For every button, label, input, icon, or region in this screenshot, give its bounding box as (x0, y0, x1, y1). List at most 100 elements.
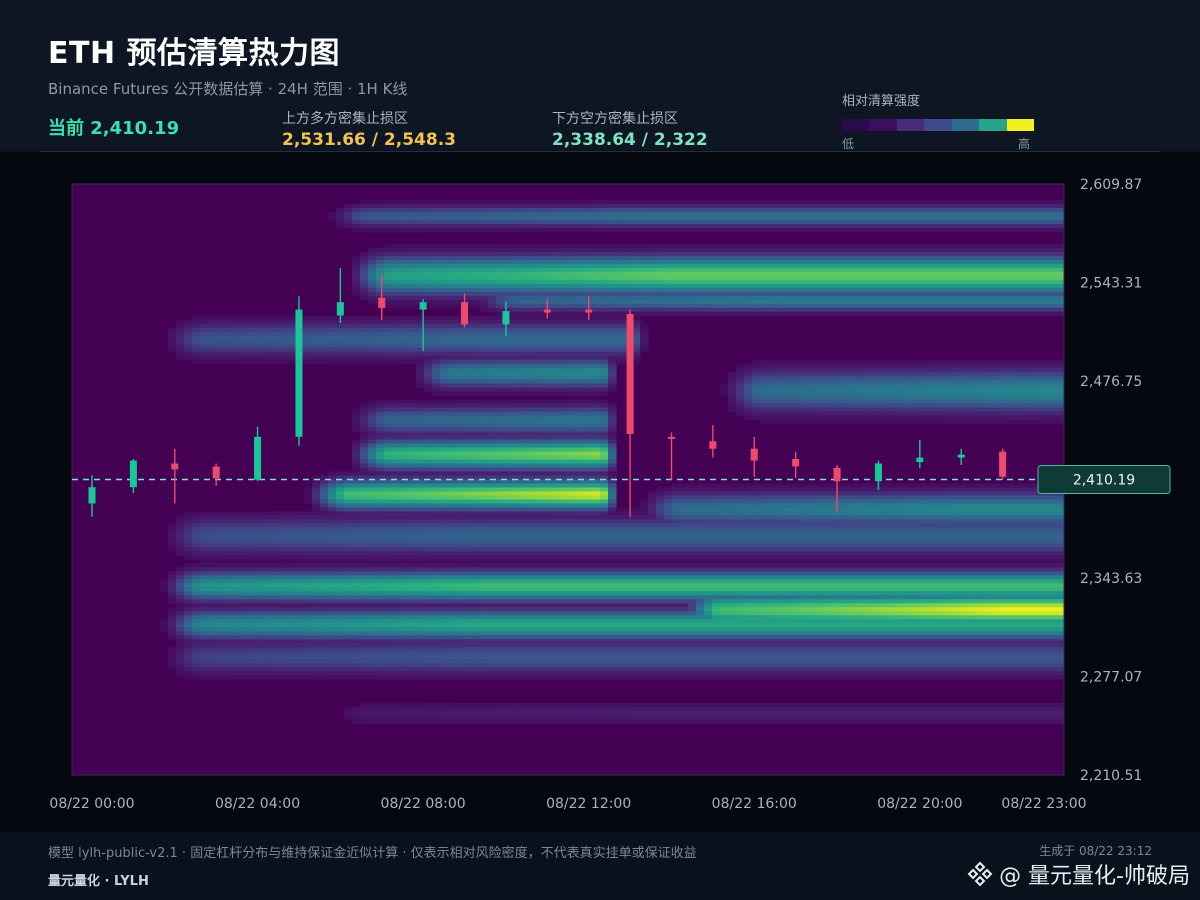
heatmap-cell (504, 275, 513, 281)
heatmap-cell (184, 667, 193, 672)
heatmap-cell (360, 203, 369, 209)
heatmap-cell (544, 199, 553, 205)
heatmap-cell (448, 655, 457, 660)
heatmap-cell (488, 223, 497, 229)
heatmap-cell (592, 327, 601, 333)
heatmap-cell (400, 351, 409, 357)
heatmap-cell (240, 331, 249, 337)
heatmap-cell (304, 319, 313, 325)
heatmap-cell (376, 427, 385, 433)
heatmap-cell (576, 579, 585, 584)
heatmap-cell (552, 243, 561, 249)
heatmap-cell (224, 631, 233, 636)
heatmap-cell (232, 323, 241, 329)
heatmap-cell (160, 623, 169, 628)
heatmap-cell (376, 215, 385, 221)
heatmap-cell (472, 467, 481, 473)
heatmap-cell (440, 283, 449, 289)
heatmap-cell (320, 547, 329, 552)
heatmap-cell (488, 255, 497, 261)
heatmap-cell (496, 291, 505, 297)
heatmap-cell (432, 419, 441, 425)
heatmap-cell (432, 575, 441, 580)
heatmap-cell (488, 267, 497, 273)
heatmap-cell (568, 311, 577, 317)
heatmap-cell (480, 715, 489, 720)
heatmap-cell (536, 211, 545, 217)
heatmap-cell (480, 291, 489, 297)
heatmap-cell (416, 531, 425, 536)
heatmap-cell (360, 411, 369, 417)
heatmap-cell (584, 631, 593, 636)
heatmap-cell (352, 339, 361, 345)
heatmap-cell (592, 487, 601, 493)
heatmap-cell (512, 555, 521, 560)
heatmap-cell (240, 535, 249, 540)
heatmap-cell (584, 627, 593, 632)
heatmap-cell (584, 571, 593, 576)
heatmap-cell (192, 575, 201, 580)
heatmap-cell (512, 439, 521, 445)
heatmap-cell (384, 671, 393, 676)
heatmap-cell (328, 611, 337, 616)
heatmap-cell (544, 515, 553, 521)
heatmap-cell (200, 615, 209, 620)
heatmap-cell (200, 583, 209, 588)
heatmap-cell (304, 339, 313, 345)
heatmap-cell (600, 263, 609, 269)
heatmap-cell (520, 299, 529, 305)
heatmap-cell (536, 391, 545, 397)
heatmap-cell (472, 211, 481, 217)
heatmap-cell (504, 347, 513, 353)
heatmap-cell (592, 559, 601, 564)
heatmap-cell (480, 607, 489, 612)
heatmap-cell (392, 299, 401, 305)
heatmap-cell (416, 267, 425, 273)
heatmap-cell (184, 551, 193, 556)
heatmap-cell (392, 559, 401, 564)
heatmap-cell (480, 491, 489, 497)
heatmap-cell (344, 675, 353, 680)
heatmap-cell (560, 351, 569, 357)
heatmap-cell (592, 531, 601, 536)
heatmap-cell (232, 523, 241, 529)
heatmap-cell (168, 339, 177, 345)
heatmap-cell (392, 259, 401, 265)
heatmap-cell (464, 451, 473, 457)
heatmap-cell (208, 575, 217, 580)
heatmap-cell (544, 671, 553, 676)
heatmap-cell (264, 527, 273, 533)
heatmap-cell (376, 431, 385, 437)
heatmap-cell (488, 539, 497, 544)
heatmap-cell (480, 651, 489, 656)
heatmap-cell (408, 279, 417, 285)
heatmap-cell (352, 647, 361, 652)
heatmap-cell (488, 571, 497, 576)
heatmap-cell (544, 211, 553, 217)
heatmap-cell (200, 551, 209, 556)
heatmap-cell (504, 619, 513, 624)
heatmap-cell (352, 591, 361, 596)
heatmap-cell (544, 367, 553, 373)
heatmap-cell (360, 567, 369, 572)
heatmap-cell (224, 511, 233, 517)
heatmap-cell (568, 255, 577, 261)
heatmap-cell (424, 619, 433, 624)
heatmap-cell (496, 543, 505, 548)
heatmap-cell (584, 647, 593, 652)
heatmap-cell (320, 655, 329, 660)
heatmap-cell (576, 527, 585, 533)
legend-swatch (979, 119, 1007, 131)
heatmap-cell (600, 271, 609, 277)
heatmap-cell (432, 491, 441, 497)
heatmap-cell (408, 535, 417, 540)
heatmap-cell (536, 203, 545, 209)
heatmap-cell (304, 631, 313, 636)
heatmap-cell (192, 567, 201, 572)
heatmap-cell (544, 263, 553, 269)
heatmap-cell (584, 635, 593, 640)
heatmap-cell (488, 547, 497, 552)
heatmap-cell (528, 403, 537, 409)
heatmap-cell (224, 655, 233, 660)
heatmap-cell (480, 643, 489, 648)
